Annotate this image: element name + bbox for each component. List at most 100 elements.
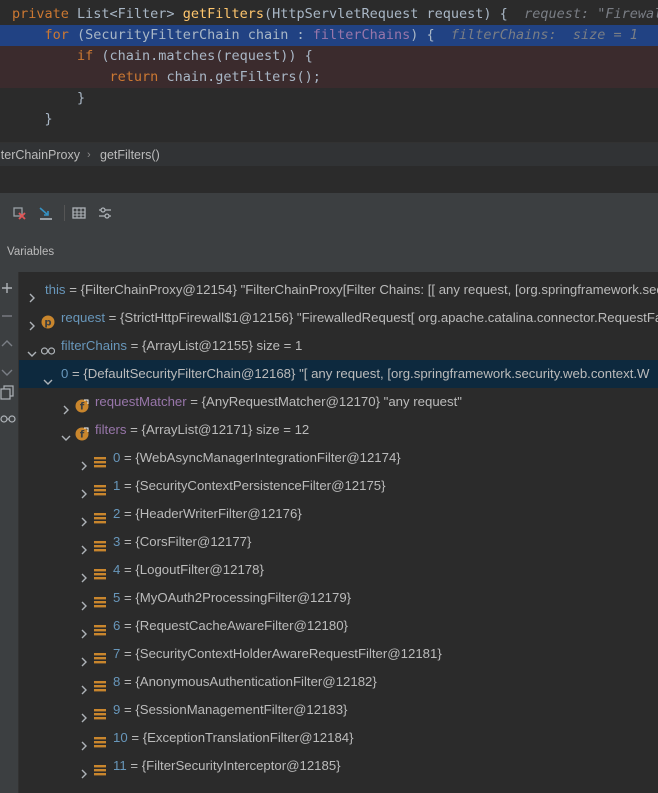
variable-text: 6 = {RequestCacheAwareFilter@12180} [113, 612, 348, 640]
settings-icon[interactable] [96, 204, 114, 222]
chevron-right-icon[interactable] [27, 313, 37, 331]
chevron-right-icon[interactable] [79, 481, 89, 499]
variable-row-9[interactable]: 9 = {SessionManagementFilter@12183} [19, 696, 658, 724]
variable-row-request[interactable]: p request = {StrictHttpFirewall$1@12156} … [19, 304, 658, 332]
chevron-right-icon[interactable] [79, 565, 89, 583]
variable-value: {SessionManagementFilter@12183} [135, 702, 348, 717]
variable-value: {StrictHttpFirewall$1@12156} "Firewalled… [120, 310, 658, 325]
glasses-icon[interactable] [0, 410, 16, 426]
variable-name: 10 [113, 730, 128, 745]
list-item-icon [93, 731, 107, 748]
step-into-icon[interactable] [37, 204, 55, 222]
variable-row-3[interactable]: 3 = {CorsFilter@12177} [19, 528, 658, 556]
code-line-1[interactable]: private List<Filter> getFilters(HttpServ… [0, 4, 658, 25]
variable-text: 5 = {MyOAuth2ProcessingFilter@12179} [113, 584, 351, 612]
variable-equals: = [120, 618, 136, 633]
variable-equals: = [186, 394, 202, 409]
variable-text: 11 = {FilterSecurityInterceptor@12185} [113, 752, 341, 780]
variable-text: 3 = {CorsFilter@12177} [113, 528, 251, 556]
chevron-right-icon[interactable] [79, 649, 89, 667]
remove-icon[interactable] [0, 308, 16, 324]
variable-row-filterChains[interactable]: filterChains = {ArrayList@12155} size = … [19, 332, 658, 360]
code-line-4[interactable]: return chain.getFilters(); [0, 67, 658, 88]
breadcrumb-method[interactable]: getFilters() [100, 143, 160, 167]
chevron-right-icon[interactable] [79, 453, 89, 471]
chevron-right-icon[interactable] [61, 397, 71, 415]
variable-text: request = {StrictHttpFirewall$1@12156} "… [61, 304, 658, 332]
variable-equals: = [65, 282, 81, 297]
variable-value: {MyOAuth2ProcessingFilter@12179} [135, 590, 352, 605]
variable-row-requestMatcher[interactable]: f requestMatcher = {AnyRequestMatcher@121… [19, 388, 658, 416]
variable-equals: = [120, 590, 136, 605]
variable-name: filters [95, 422, 127, 437]
p-field-icon: p [41, 311, 55, 329]
variable-row-0[interactable]: 0 = {WebAsyncManagerIntegrationFilter@12… [19, 444, 658, 472]
chevron-down-icon[interactable] [61, 425, 71, 441]
variable-row-6[interactable]: 6 = {RequestCacheAwareFilter@12180} [19, 612, 658, 640]
debug-toolbar [0, 192, 658, 233]
code-line-6[interactable]: } [0, 109, 658, 130]
variable-text: 10 = {ExceptionTranslationFilter@12184} [113, 724, 354, 752]
remove-watch-icon[interactable] [11, 204, 29, 222]
code-line-5[interactable]: } [0, 88, 658, 109]
variable-row-0[interactable]: 0 = {DefaultSecurityFilterChain@12168} "… [19, 360, 658, 388]
down-arrow-icon[interactable] [0, 364, 16, 380]
variable-equals: = [126, 338, 142, 353]
variable-row-7[interactable]: 7 = {SecurityContextHolderAwareRequestFi… [19, 640, 658, 668]
code-editor[interactable]: private List<Filter> getFilters(HttpServ… [0, 0, 658, 142]
variable-row-this[interactable]: this = {FilterChainProxy@12154} "FilterC… [19, 276, 658, 304]
variable-text: requestMatcher = {AnyRequestMatcher@1217… [95, 388, 462, 416]
chevron-right-icon[interactable] [79, 733, 89, 751]
svg-text:p: p [44, 318, 51, 329]
add-icon[interactable] [0, 280, 16, 296]
copy-icon[interactable] [0, 384, 16, 400]
chevron-down-icon[interactable] [43, 369, 53, 385]
variable-text: 0 = {DefaultSecurityFilterChain@12168} "… [61, 360, 649, 388]
chevron-right-icon[interactable] [79, 705, 89, 723]
variable-row-filters[interactable]: f filters = {ArrayList@12171} size = 12 [19, 416, 658, 444]
variable-text: 0 = {WebAsyncManagerIntegrationFilter@12… [113, 444, 401, 472]
chevron-right-icon[interactable] [79, 761, 89, 779]
breadcrumb-class[interactable]: lterChainProxy [0, 143, 80, 167]
table-view-icon[interactable] [70, 204, 88, 222]
variable-row-2[interactable]: 2 = {HeaderWriterFilter@12176} [19, 500, 658, 528]
variable-text: 7 = {SecurityContextHolderAwareRequestFi… [113, 640, 442, 668]
variable-value: {SecurityContextHolderAwareRequestFilter… [135, 646, 442, 661]
variable-equals: = [120, 506, 136, 521]
variable-text: 8 = {AnonymousAuthenticationFilter@12182… [113, 668, 377, 696]
f-field-icon: f [75, 395, 89, 413]
variable-row-10[interactable]: 10 = {ExceptionTranslationFilter@12184} [19, 724, 658, 752]
list-item-icon [93, 703, 107, 720]
variable-row-5[interactable]: 5 = {MyOAuth2ProcessingFilter@12179} [19, 584, 658, 612]
variable-text: 9 = {SessionManagementFilter@12183} [113, 696, 347, 724]
variable-row-4[interactable]: 4 = {LogoutFilter@12178} [19, 556, 658, 584]
variable-name: requestMatcher [95, 394, 187, 409]
up-arrow-icon[interactable] [0, 336, 16, 352]
code-line-current[interactable]: for (SecurityFilterChain chain : filterC… [0, 25, 658, 46]
chevron-right-icon[interactable] [79, 677, 89, 695]
variables-tree[interactable]: this = {FilterChainProxy@12154} "FilterC… [19, 272, 658, 793]
chevron-down-icon[interactable] [27, 341, 37, 357]
chevron-right-icon[interactable] [79, 509, 89, 527]
list-item-icon [93, 479, 107, 496]
variables-header: Variables [0, 232, 658, 273]
variables-title: Variables [7, 246, 55, 258]
variable-equals: = [120, 478, 136, 493]
variable-value: {ArrayList@12155} size = 1 [142, 338, 303, 353]
variable-value: {WebAsyncManagerIntegrationFilter@12174} [135, 450, 401, 465]
chevron-right-icon[interactable] [27, 285, 37, 303]
code-line-3[interactable]: if (chain.matches(request)) { [0, 46, 658, 67]
list-item-icon [93, 675, 107, 692]
variable-value: {AnyRequestMatcher@12170} "any request" [201, 394, 462, 409]
chevron-right-icon[interactable] [79, 593, 89, 611]
variable-value: {AnonymousAuthenticationFilter@12182} [135, 674, 377, 689]
variable-equals: = [126, 422, 142, 437]
editor-gap [0, 166, 658, 192]
variable-text: this = {FilterChainProxy@12154} "FilterC… [45, 276, 658, 304]
chevron-right-icon[interactable] [79, 621, 89, 639]
variable-row-1[interactable]: 1 = {SecurityContextPersistenceFilter@12… [19, 472, 658, 500]
variable-equals: = [120, 534, 136, 549]
variable-row-11[interactable]: 11 = {FilterSecurityInterceptor@12185} [19, 752, 658, 780]
variable-row-8[interactable]: 8 = {AnonymousAuthenticationFilter@12182… [19, 668, 658, 696]
chevron-right-icon[interactable] [79, 537, 89, 555]
